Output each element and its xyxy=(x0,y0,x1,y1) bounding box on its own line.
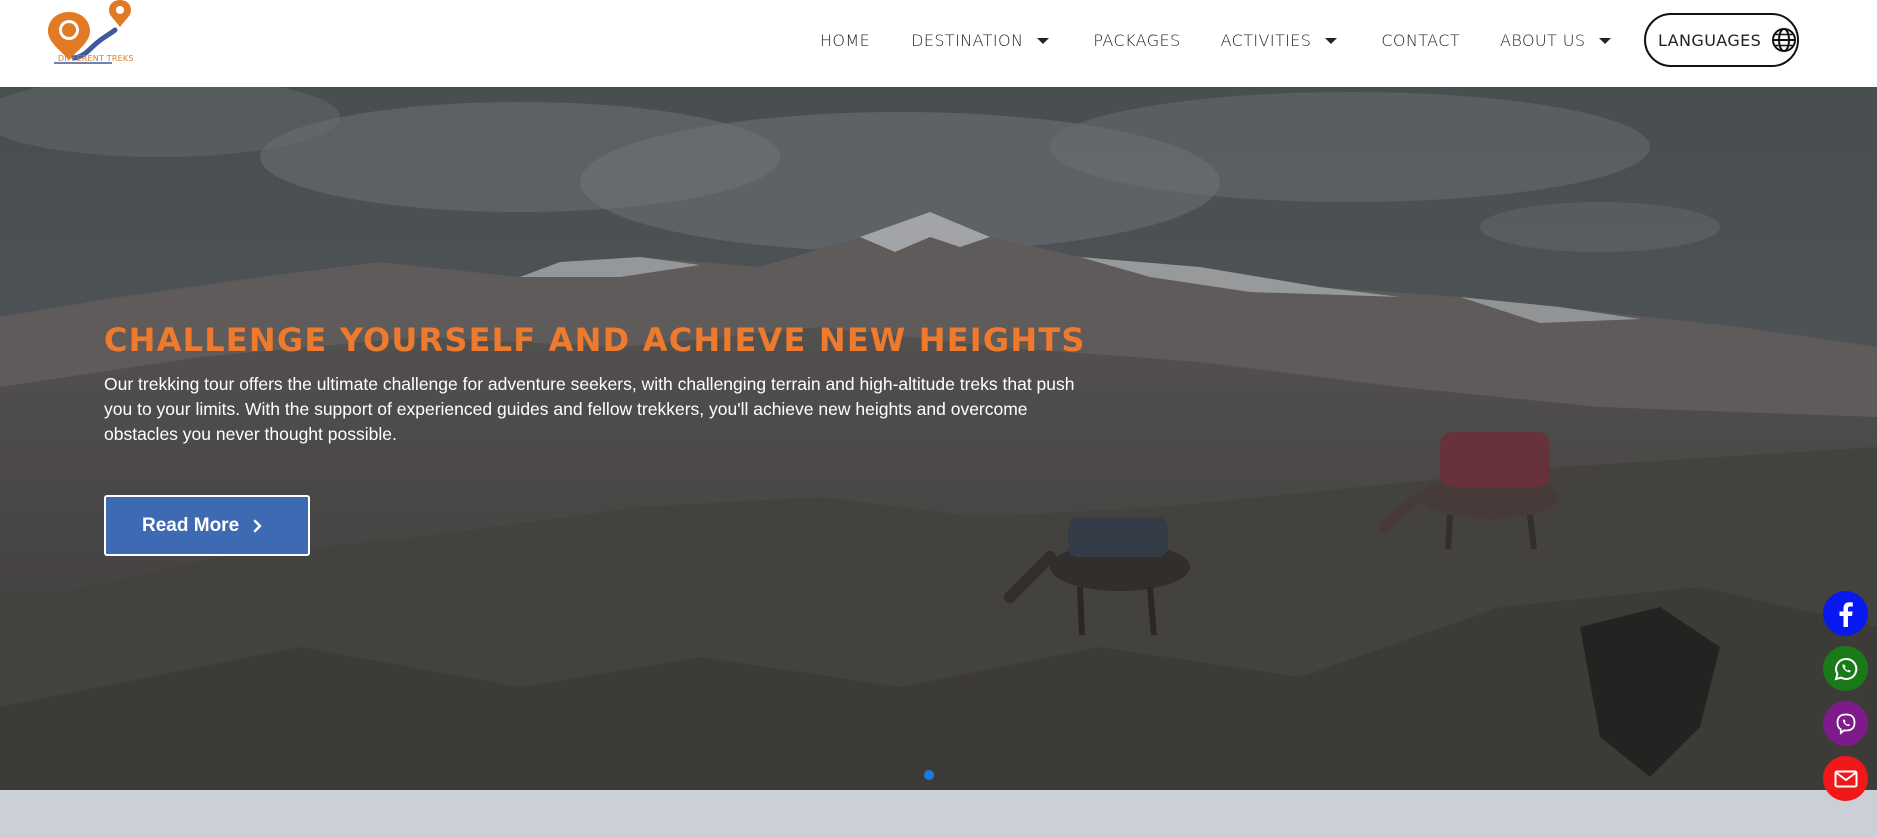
nav-about-us[interactable]: ABOUT US xyxy=(1500,30,1612,50)
read-more-label: Read More xyxy=(142,514,240,536)
nav-destination[interactable]: DESTINATION xyxy=(911,30,1050,50)
site-header: DIFFERENT TREKS HOME DESTINATION PACKAGE… xyxy=(0,0,1877,87)
languages-label: LANGUAGES xyxy=(1658,30,1762,50)
read-more-button[interactable]: Read More xyxy=(104,495,310,556)
site-logo[interactable]: DIFFERENT TREKS xyxy=(40,0,150,72)
nav-contact-label: CONTACT xyxy=(1381,30,1460,50)
slider-dot-active[interactable] xyxy=(924,770,934,780)
nav-packages[interactable]: PACKAGES xyxy=(1093,31,1180,50)
nav-destination-label: DESTINATION xyxy=(911,30,1024,50)
nav-about-us-label: ABOUT US xyxy=(1500,30,1586,50)
hero-description: Our trekking tour offers the ultimate ch… xyxy=(104,374,1075,444)
main-nav: HOME DESTINATION PACKAGES ACTIVITIES CON… xyxy=(820,0,1612,80)
caret-down-icon xyxy=(1599,37,1612,44)
viber-icon xyxy=(1836,713,1855,735)
whatsapp-button[interactable] xyxy=(1823,646,1868,691)
whatsapp-icon xyxy=(1834,657,1857,680)
nav-packages-label: PACKAGES xyxy=(1093,30,1181,50)
email-button[interactable] xyxy=(1823,756,1868,801)
nav-contact[interactable]: CONTACT xyxy=(1381,31,1460,50)
chevron-right-icon xyxy=(253,519,263,533)
nav-activities[interactable]: ACTIVITIES xyxy=(1221,31,1338,50)
nav-activities-label: ACTIVITIES xyxy=(1220,30,1312,50)
viber-button[interactable] xyxy=(1823,701,1868,746)
caret-down-icon xyxy=(1037,37,1050,44)
globe-icon xyxy=(1771,27,1797,53)
facebook-button[interactable] xyxy=(1823,591,1868,636)
mail-icon xyxy=(1834,770,1857,787)
caret-down-icon xyxy=(1325,37,1338,44)
facebook-icon xyxy=(1839,601,1853,627)
logo-text: DIFFERENT TREKS xyxy=(58,54,134,63)
nav-home[interactable]: HOME xyxy=(820,31,870,50)
hero-slider: CHALLENGE YOURSELF AND ACHIEVE NEW HEIGH… xyxy=(0,87,1877,790)
hero-title: CHALLENGE YOURSELF AND ACHIEVE NEW HEIGH… xyxy=(104,321,1086,359)
languages-button[interactable]: LANGUAGES xyxy=(1644,13,1799,67)
nav-home-label: HOME xyxy=(820,30,871,50)
